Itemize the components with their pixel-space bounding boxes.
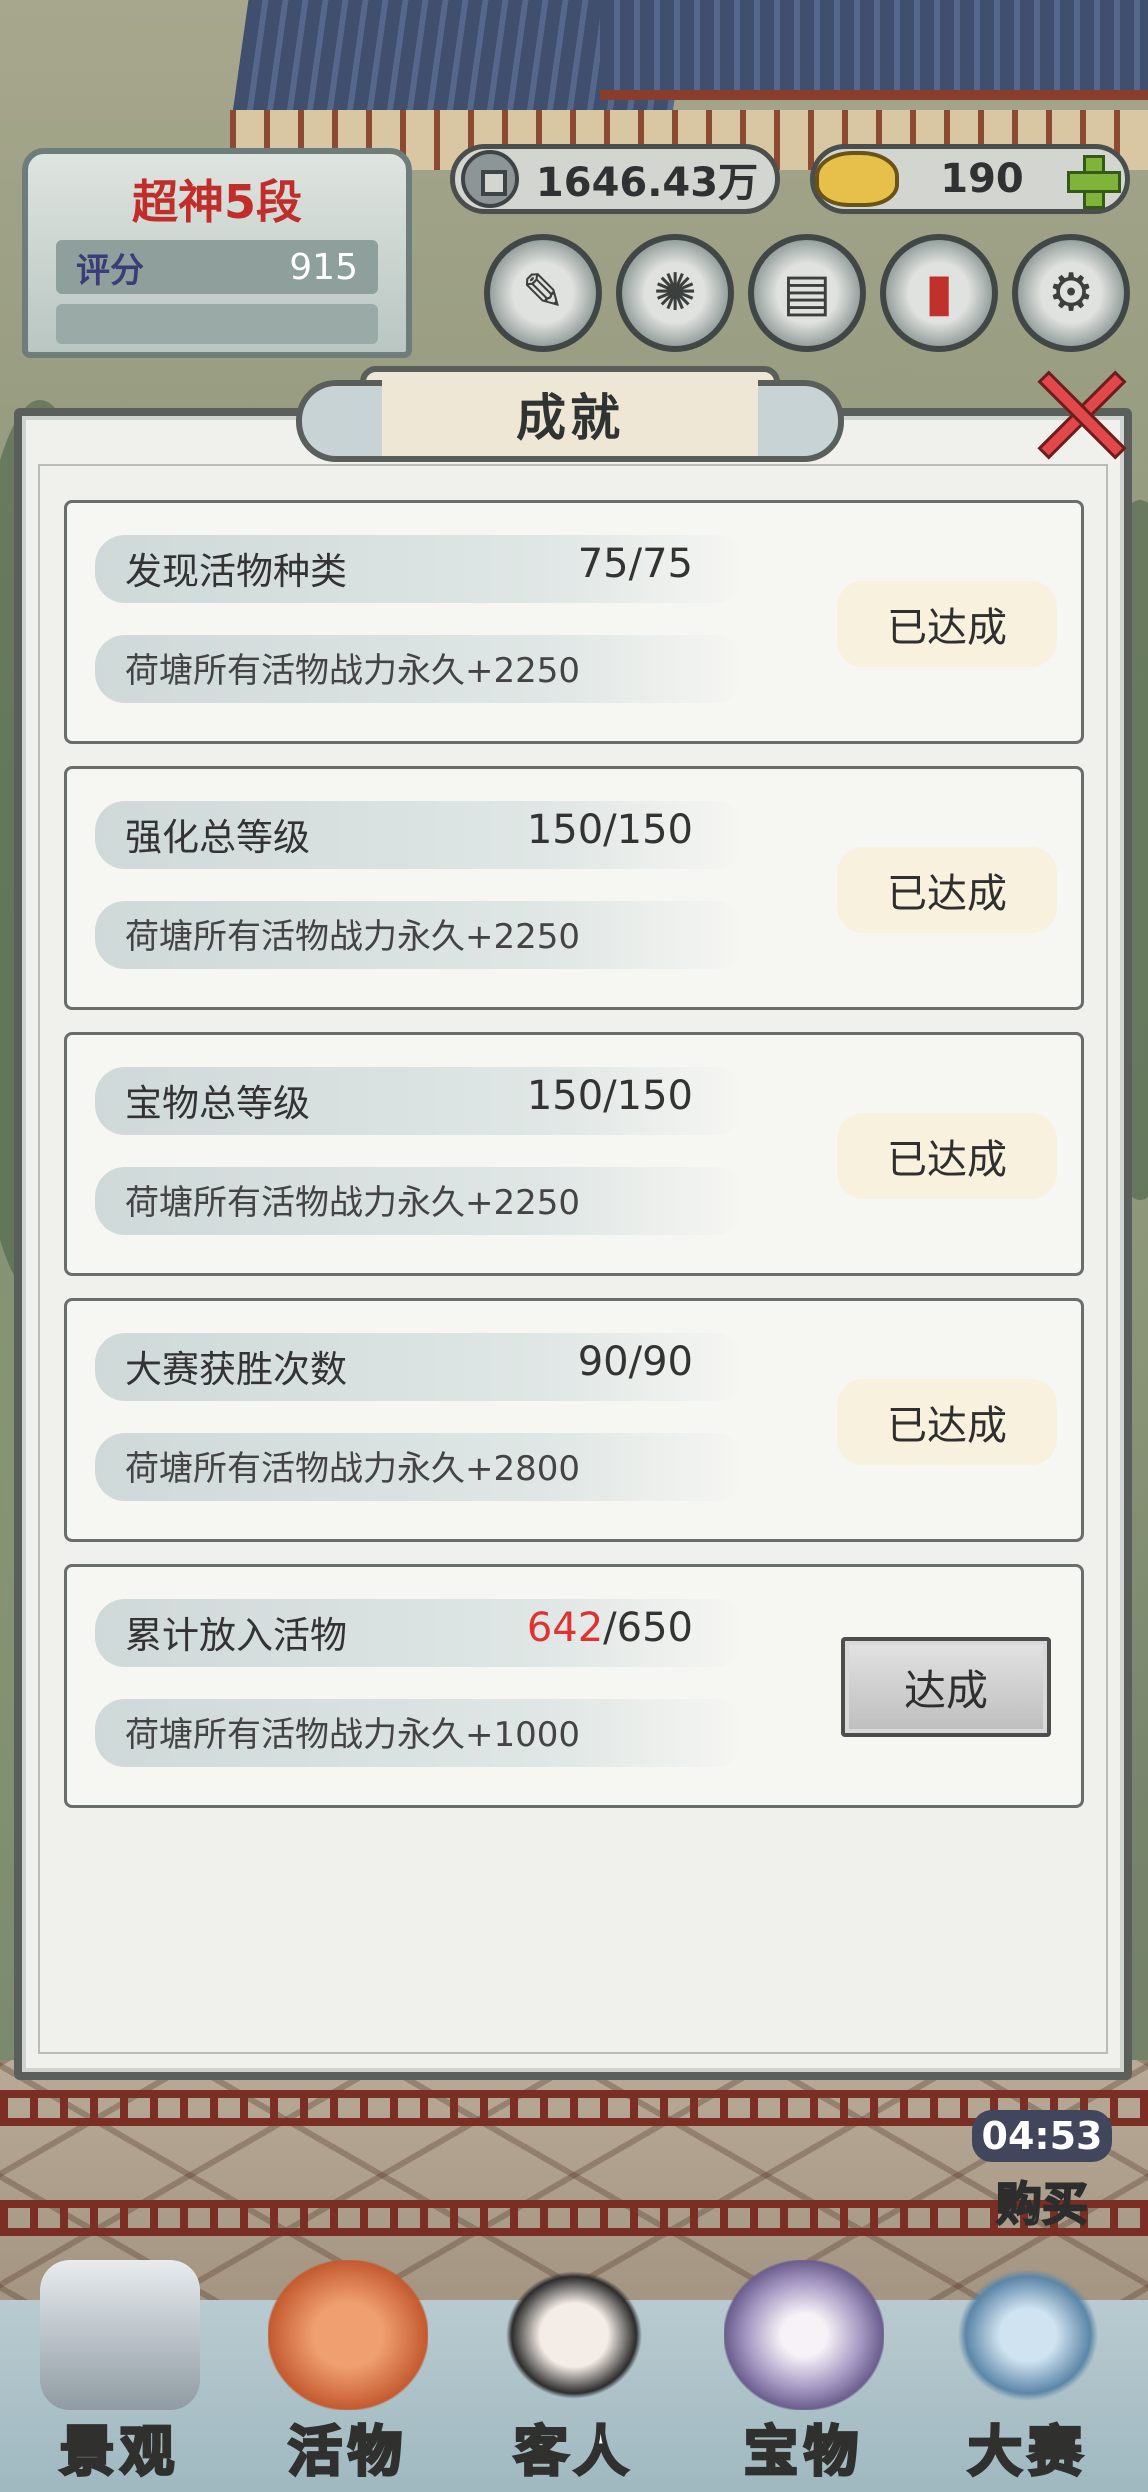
achievement-name: 累计放入活物 bbox=[125, 1614, 347, 1657]
achievement-progress: 150/150 bbox=[527, 1073, 693, 1119]
score-label: 评分 bbox=[76, 250, 144, 291]
achievement-progress: 642/650 bbox=[527, 1605, 693, 1651]
achievement-progress: 150/150 bbox=[527, 807, 693, 853]
buy-label: 购买 bbox=[995, 2176, 1089, 2232]
nav-label: 活物 bbox=[287, 2419, 408, 2485]
achieved-button[interactable]: 已达成 bbox=[837, 581, 1057, 667]
coin-counter: 1646.43万 bbox=[450, 144, 780, 214]
nav-label: 宝物 bbox=[743, 2419, 864, 2485]
achievement-card: 发现活物种类 75/75 荷塘所有活物战力永久+2250 已达成 bbox=[64, 500, 1084, 744]
score-value: 915 bbox=[289, 246, 358, 288]
nav-label: 客人 bbox=[513, 2419, 634, 2485]
achievement-name: 宝物总等级 bbox=[125, 1082, 310, 1125]
achieved-button[interactable]: 已达成 bbox=[837, 847, 1057, 933]
gold-counter: 190 bbox=[810, 144, 1130, 214]
achievement-name: 发现活物种类 bbox=[125, 550, 347, 593]
close-button[interactable] bbox=[1032, 366, 1128, 462]
shell-icon bbox=[724, 2260, 884, 2410]
timed-purchase-button[interactable]: 04:53 购买 bbox=[952, 2110, 1132, 2250]
achievement-reward: 荷塘所有活物战力永久+2250 bbox=[125, 1183, 581, 1223]
rank-card[interactable]: 超神5段 评分 915 bbox=[22, 148, 412, 358]
score-row: 评分 915 bbox=[56, 240, 378, 294]
panel-title-tab: 成就 bbox=[296, 366, 844, 462]
achieved-button[interactable]: 已达成 bbox=[837, 1113, 1057, 1199]
nav-label: 大赛 bbox=[967, 2419, 1088, 2485]
progress-total: /90 bbox=[628, 1339, 693, 1385]
gear-icon: ⚙ bbox=[1047, 263, 1095, 323]
nav-label: 景观 bbox=[59, 2419, 180, 2485]
progress-total: /150 bbox=[603, 1073, 693, 1119]
guest-icon bbox=[494, 2260, 654, 2410]
countdown-timer: 04:53 bbox=[971, 2110, 1113, 2162]
achievement-reward: 荷塘所有活物战力永久+2250 bbox=[125, 917, 581, 957]
settings-button[interactable]: ⚙ bbox=[1012, 234, 1130, 352]
progress-current: 150 bbox=[526, 807, 604, 853]
claim-button[interactable]: 达成 bbox=[841, 1637, 1051, 1737]
achieved-button[interactable]: 已达成 bbox=[837, 1379, 1057, 1465]
koi-icon bbox=[268, 2260, 428, 2410]
progress-total: /150 bbox=[603, 807, 693, 853]
nav-treasures[interactable]: 宝物 bbox=[694, 2240, 914, 2492]
rank-title: 超神5段 bbox=[131, 175, 302, 229]
swirl-icon: ✺ bbox=[653, 263, 697, 323]
scroll-brush-button[interactable]: ✎ bbox=[484, 234, 602, 352]
coin-value: 1646.43万 bbox=[535, 160, 759, 206]
red-book-icon: ▮ bbox=[924, 263, 954, 323]
nav-guests[interactable]: 客人 bbox=[464, 2240, 684, 2492]
nav-contest[interactable]: 大赛 bbox=[918, 2240, 1138, 2492]
achievement-card: 宝物总等级 150/150 荷塘所有活物战力永久+2250 已达成 bbox=[64, 1032, 1084, 1276]
achievement-progress: 75/75 bbox=[578, 541, 693, 587]
nav-creatures[interactable]: 活物 bbox=[238, 2240, 458, 2492]
achievement-card: 累计放入活物 642/650 荷塘所有活物战力永久+1000 达成 bbox=[64, 1564, 1084, 1808]
panel-title: 成就 bbox=[516, 389, 624, 447]
add-gold-icon[interactable] bbox=[1065, 153, 1121, 209]
achievement-reward: 荷塘所有活物战力永久+2800 bbox=[125, 1449, 581, 1489]
progress-total: /75 bbox=[628, 541, 693, 587]
progress-current: 150 bbox=[526, 1073, 604, 1119]
copper-coin-icon bbox=[461, 150, 519, 208]
achievement-progress: 90/90 bbox=[578, 1339, 693, 1385]
achievement-reward: 荷塘所有活物战力永久+2250 bbox=[125, 651, 581, 691]
achievement-name: 大赛获胜次数 bbox=[125, 1348, 347, 1391]
achievement-name: 强化总等级 bbox=[125, 816, 310, 859]
progress-current: 642 bbox=[526, 1605, 604, 1651]
red-book-button[interactable]: ▮ bbox=[880, 234, 998, 352]
progress-current: 75 bbox=[577, 541, 629, 587]
map-button[interactable]: ▤ bbox=[748, 234, 866, 352]
rank-progress-bar bbox=[56, 304, 378, 344]
scroll-brush-icon: ✎ bbox=[521, 263, 565, 323]
achievement-card: 大赛获胜次数 90/90 荷塘所有活物战力永久+2800 已达成 bbox=[64, 1298, 1084, 1542]
progress-current: 90 bbox=[577, 1339, 629, 1385]
nav-scenery[interactable]: 景观 bbox=[10, 2240, 230, 2492]
swirl-button[interactable]: ✺ bbox=[616, 234, 734, 352]
gold-ingot-icon bbox=[815, 151, 899, 207]
roof-decoration bbox=[600, 0, 1148, 100]
rock-icon bbox=[40, 2260, 200, 2410]
fish-trophy-icon bbox=[948, 2260, 1108, 2410]
bottom-nav: 景观 活物 客人 宝物 大赛 bbox=[0, 2240, 1148, 2492]
achievement-reward: 荷塘所有活物战力永久+1000 bbox=[125, 1715, 581, 1755]
gold-value: 190 bbox=[940, 156, 1024, 202]
progress-total: /650 bbox=[603, 1605, 693, 1651]
achievement-card: 强化总等级 150/150 荷塘所有活物战力永久+2250 已达成 bbox=[64, 766, 1084, 1010]
map-icon: ▤ bbox=[782, 263, 832, 323]
